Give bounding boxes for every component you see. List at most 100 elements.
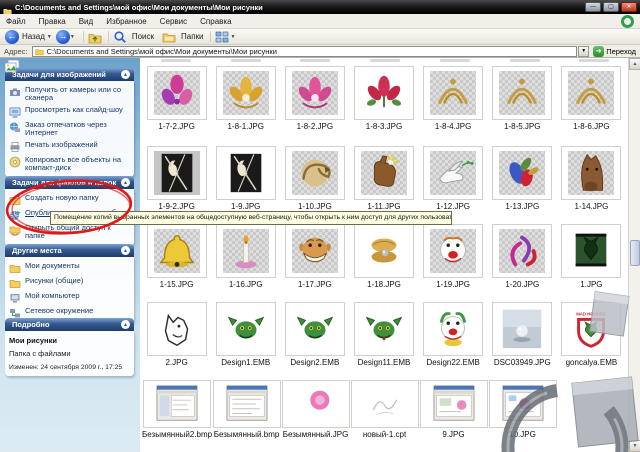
thumbnail[interactable] — [423, 66, 484, 120]
menu-item-Правка[interactable]: Правка — [39, 17, 66, 26]
thumbnail[interactable] — [146, 224, 207, 278]
thumbnail[interactable] — [284, 224, 345, 278]
thumbnail[interactable] — [350, 380, 419, 428]
back-button[interactable]: ← — [5, 29, 19, 44]
thumbnail[interactable] — [423, 224, 484, 278]
chevron-up-icon[interactable]: ▲ — [121, 320, 130, 329]
thumbnail[interactable] — [146, 66, 207, 120]
thumbnail[interactable] — [353, 66, 414, 120]
sidebar-item[interactable]: Открыть общий доступ к папке — [9, 223, 130, 241]
file-item[interactable]: 1-16.JPG — [211, 224, 280, 289]
thumbnail[interactable] — [492, 66, 553, 120]
thumbnail[interactable] — [492, 224, 553, 278]
back-label[interactable]: Назад — [22, 32, 45, 41]
thumbnail[interactable] — [212, 380, 281, 428]
minimize-button[interactable]: — — [585, 2, 601, 12]
thumbnail[interactable] — [215, 66, 276, 120]
scroll-up-button[interactable]: ▲ — [629, 58, 640, 70]
file-item[interactable]: 1-9.JPG — [211, 146, 280, 211]
menu-item-Сервис[interactable]: Сервис — [160, 17, 187, 26]
chevron-up-icon[interactable]: ▲ — [121, 70, 130, 79]
file-item[interactable]: 1-8-2.JPG — [280, 66, 349, 131]
file-item[interactable]: Design2.EMB — [280, 302, 349, 367]
thumbnail[interactable] — [561, 66, 622, 120]
file-item[interactable]: 1-17.JPG — [280, 224, 349, 289]
sidebar-item[interactable]: Копировать все объекты на компакт-диск — [9, 155, 130, 173]
file-item[interactable]: 1-7-2.JPG — [142, 66, 211, 131]
thumbnail[interactable] — [492, 146, 553, 200]
sidebar-item[interactable]: Рисунки (общие) — [9, 276, 130, 289]
panel-header[interactable]: Задачи для файлов и папок ▲ — [5, 176, 134, 189]
sidebar-item[interactable]: Печать изображений — [9, 140, 130, 153]
panel-header[interactable]: Задачи для изображений ▲ — [5, 68, 134, 81]
views-icon[interactable] — [215, 30, 229, 44]
file-item[interactable]: Безымянный2.bmp — [142, 380, 212, 439]
thumbnail[interactable] — [419, 380, 488, 428]
menu-item-Избранное[interactable]: Избранное — [106, 17, 147, 26]
thumbnail[interactable] — [423, 146, 484, 200]
scroll-down-button[interactable]: ▼ — [629, 440, 640, 452]
thumbnail[interactable] — [492, 302, 553, 356]
file-item[interactable]: 1-9-2.JPG — [142, 146, 211, 211]
file-item[interactable]: 1-14.JPG — [557, 146, 626, 211]
file-item[interactable]: 1-11.JPG — [349, 146, 418, 211]
file-item[interactable]: 1-18.JPG — [349, 224, 418, 289]
file-item[interactable]: 1-8-3.JPG — [349, 66, 418, 131]
file-item[interactable]: 1-8-5.JPG — [488, 66, 557, 131]
thumbnail[interactable] — [561, 146, 622, 200]
thumbnail[interactable] — [353, 224, 414, 278]
panel-header[interactable]: Другие места ▲ — [5, 244, 134, 257]
file-item[interactable]: 1-15.JPG — [142, 224, 211, 289]
file-item[interactable]: 1.JPG — [557, 224, 626, 289]
file-item[interactable]: 1-20.JPG — [488, 224, 557, 289]
file-item[interactable]: 1-8-4.JPG — [419, 66, 488, 131]
panel-header[interactable]: Подробно ▲ — [5, 318, 134, 331]
sidebar-item[interactable]: Мой компьютер — [9, 291, 130, 304]
menu-item-Файл[interactable]: Файл — [6, 17, 26, 26]
views-dropdown-icon[interactable]: ▼ — [231, 34, 236, 40]
file-item[interactable]: новый-1.cpt — [350, 380, 419, 439]
thumbnail[interactable] — [143, 380, 211, 428]
thumbnail[interactable] — [215, 224, 276, 278]
file-item[interactable]: 10.JPG — [488, 380, 557, 439]
up-folder-icon[interactable] — [88, 30, 102, 44]
maximize-button[interactable]: ▢ — [603, 2, 619, 12]
vertical-scrollbar[interactable]: ▲ ▼ — [628, 58, 640, 452]
file-item[interactable]: 1-13.JPG — [488, 146, 557, 211]
thumbnail[interactable] — [284, 146, 345, 200]
sidebar-item[interactable]: Просмотреть как слайд-шоу — [9, 105, 130, 118]
file-item[interactable]: Безымянный.bmp — [212, 380, 281, 439]
thumbnail[interactable] — [146, 146, 207, 200]
sidebar-item[interactable]: Заказ отпечатков через Интернет — [9, 120, 130, 138]
file-item[interactable]: 1-12.JPG — [419, 146, 488, 211]
search-label[interactable]: Поиск — [132, 32, 154, 41]
go-button[interactable]: ➜ Переход — [593, 45, 636, 57]
thumbnail[interactable] — [215, 302, 276, 356]
thumbnail[interactable] — [146, 302, 207, 356]
address-input[interactable]: C:\Documents and Settings\мой офис\Мои д… — [31, 45, 578, 57]
thumbnail[interactable] — [353, 302, 414, 356]
forward-button[interactable]: → — [55, 29, 70, 44]
file-item[interactable]: Design22.EMB — [419, 302, 488, 367]
thumbnail[interactable]: MAD HOUNDS — [561, 302, 622, 356]
thumbnail[interactable] — [284, 302, 345, 356]
thumbnail[interactable] — [284, 66, 345, 120]
search-icon[interactable] — [113, 30, 127, 44]
thumbnail[interactable] — [423, 302, 484, 356]
forward-dropdown-icon[interactable]: ▼ — [70, 34, 75, 40]
file-item[interactable]: 1-10.JPG — [280, 146, 349, 211]
file-item[interactable]: Безымянный.JPG — [281, 380, 350, 439]
sidebar-item[interactable]: Мои документы — [9, 261, 130, 274]
file-item[interactable]: 1-8-6.JPG — [557, 66, 626, 131]
sidebar-item[interactable]: + Создать новую папку — [9, 193, 130, 206]
menu-item-Справка[interactable]: Справка — [200, 17, 231, 26]
address-dropdown-button[interactable]: ▼ — [578, 45, 590, 57]
file-item[interactable]: MAD HOUNDS goncalya.EMB — [557, 302, 626, 367]
thumbnail[interactable] — [488, 380, 557, 428]
menu-item-Вид[interactable]: Вид — [79, 17, 93, 26]
file-item[interactable]: 2.JPG — [142, 302, 211, 367]
sidebar-item[interactable]: Получить от камеры или со сканера — [9, 85, 130, 103]
scroll-thumb[interactable] — [630, 240, 640, 266]
file-item[interactable]: Design1.EMB — [211, 302, 280, 367]
chevron-up-icon[interactable]: ▲ — [121, 246, 130, 255]
